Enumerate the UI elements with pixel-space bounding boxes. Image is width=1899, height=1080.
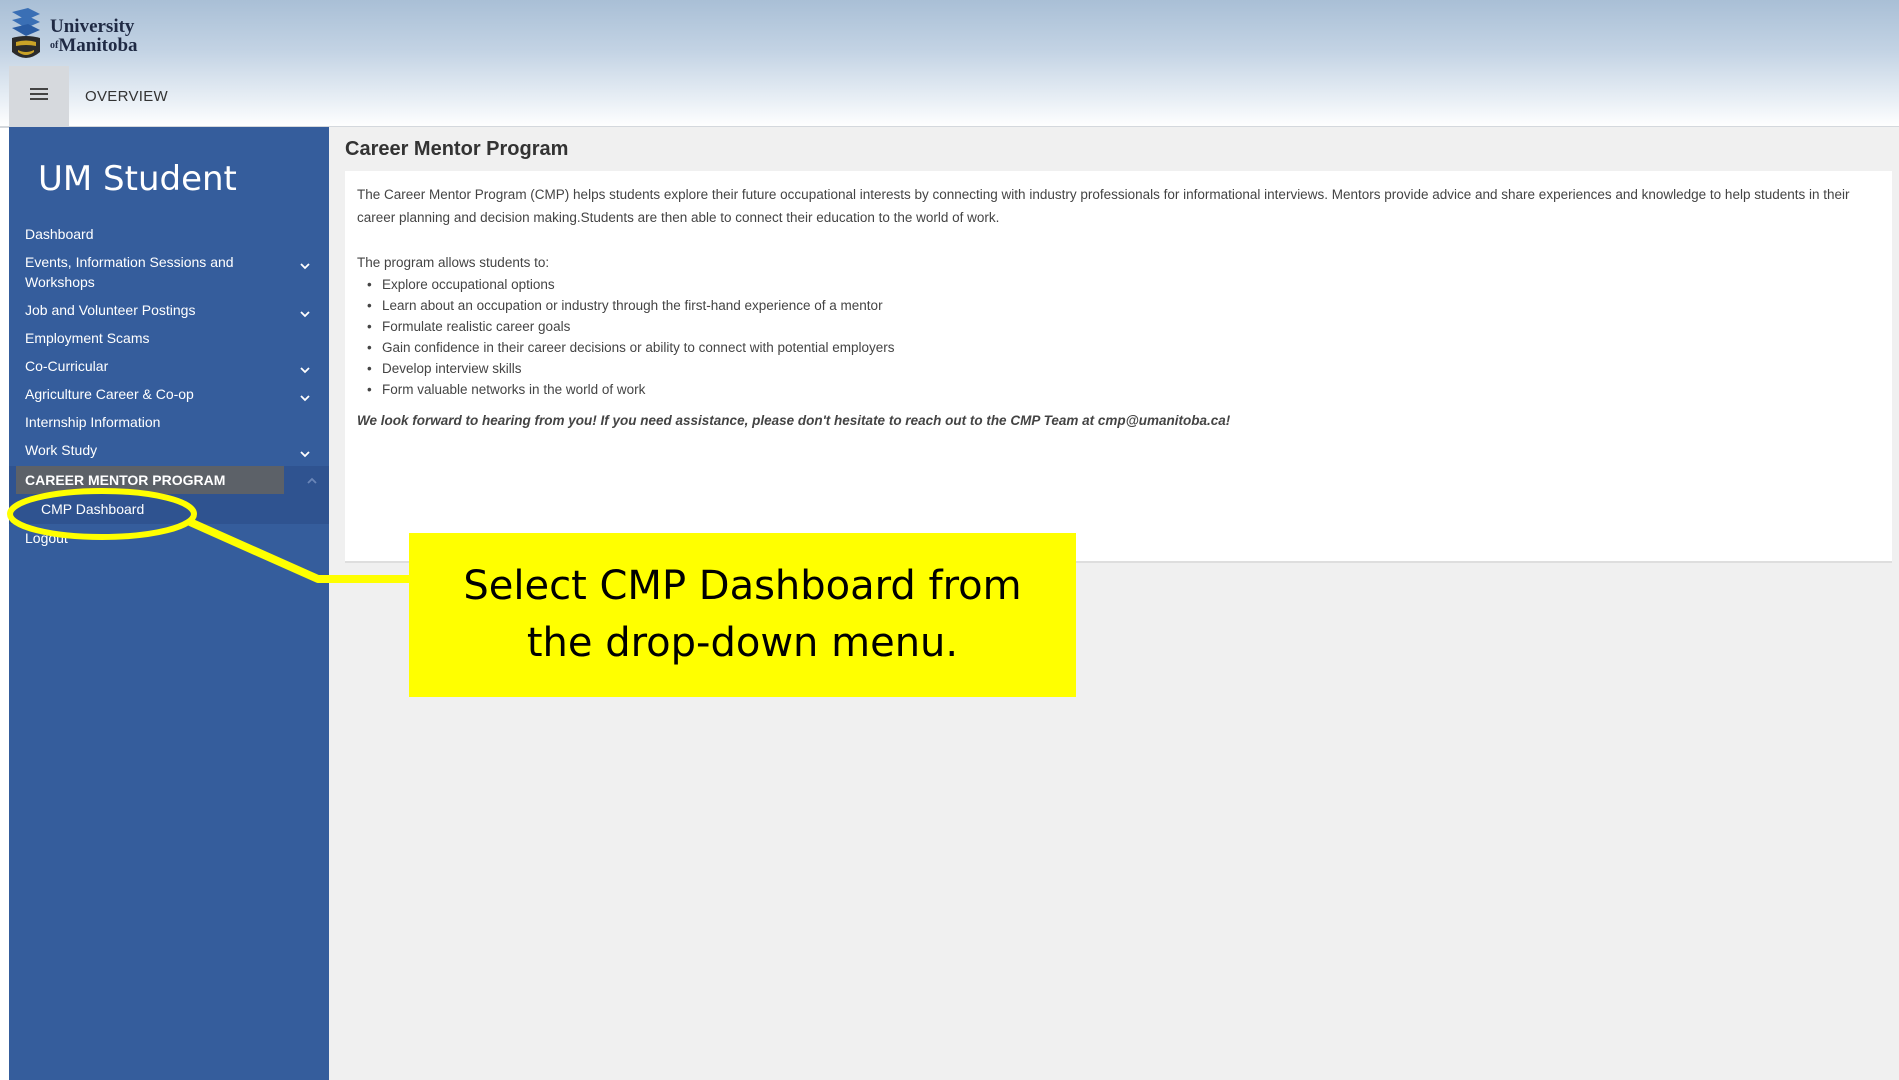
sidebar-item-agriculture[interactable]: Agriculture Career & Co-op: [9, 384, 329, 404]
sidebar-item-logout[interactable]: Logout: [9, 528, 329, 548]
chevron-down-icon[interactable]: [299, 305, 311, 318]
chevron-down-icon[interactable]: [299, 257, 311, 270]
callout-text: Select CMP Dashboard from the drop-down …: [463, 558, 1021, 672]
list-item: Explore occupational options: [357, 274, 1880, 295]
sidebar: UM Student Dashboard Events, Information…: [9, 127, 329, 1080]
breadcrumb[interactable]: OVERVIEW: [85, 88, 168, 105]
intro-paragraph: The Career Mentor Program (CMP) helps st…: [357, 187, 1850, 225]
sidebar-item-work-study[interactable]: Work Study: [9, 440, 329, 460]
page-title: Career Mentor Program: [345, 138, 569, 160]
chevron-down-icon[interactable]: [299, 389, 311, 402]
sidebar-item-events[interactable]: Events, Information Sessions and Worksho…: [9, 252, 329, 292]
sidebar-item-label: CAREER MENTOR PROGRAM: [25, 472, 226, 488]
app-header: University ofManitoba OVERVIEW: [0, 0, 1899, 128]
list-item: Gain confidence in their career decision…: [357, 337, 1880, 358]
list-heading: The program allows students to:: [357, 255, 550, 270]
sidebar-item-dashboard[interactable]: Dashboard: [9, 224, 329, 244]
instruction-callout: Select CMP Dashboard from the drop-down …: [409, 533, 1076, 697]
chevron-down-icon[interactable]: [299, 445, 311, 458]
chevron-down-icon[interactable]: [299, 361, 311, 374]
sidebar-item-career-mentor-program[interactable]: CAREER MENTOR PROGRAM: [16, 466, 317, 494]
university-logo[interactable]: University ofManitoba: [10, 8, 138, 64]
top-bar: OVERVIEW: [9, 66, 1899, 126]
logo-line-1: University: [50, 16, 135, 37]
sidebar-item-label: Events, Information Sessions and Worksho…: [25, 254, 234, 290]
sidebar-item-label: Logout: [25, 530, 68, 546]
closing-note: We look forward to hearing from you! If …: [357, 413, 1231, 428]
list-item: Formulate realistic career goals: [357, 316, 1880, 337]
logo-line-2-text: Manitoba: [58, 35, 138, 56]
callout-line-1: Select CMP Dashboard from: [463, 563, 1022, 609]
sidebar-title: UM Student: [38, 159, 237, 199]
sidebar-item-job-postings[interactable]: Job and Volunteer Postings: [9, 300, 329, 320]
logo-wordmark: University ofManitoba: [50, 17, 138, 55]
sidebar-item-internship[interactable]: Internship Information: [9, 412, 329, 432]
content-card: The Career Mentor Program (CMP) helps st…: [345, 171, 1892, 563]
logo-line-2: ofManitoba: [50, 36, 138, 55]
sidebar-item-label: Employment Scams: [25, 330, 150, 346]
sidebar-item-label: Internship Information: [25, 414, 161, 430]
list-item: Develop interview skills: [357, 358, 1880, 379]
list-item: Form valuable networks in the world of w…: [357, 379, 1880, 400]
sidebar-item-label: Co-Curricular: [25, 358, 109, 374]
sidebar-item-label: Agriculture Career & Co-op: [25, 386, 194, 402]
shield-logo-icon: [10, 8, 42, 64]
sidebar-item-label: Work Study: [25, 442, 98, 458]
sidebar-nav: Dashboard Events, Information Sessions a…: [9, 224, 329, 548]
sidebar-subitem-cmp-dashboard[interactable]: CMP Dashboard: [9, 494, 329, 522]
sidebar-item-employment-scams[interactable]: Employment Scams: [9, 328, 329, 348]
sidebar-item-label: Job and Volunteer Postings: [25, 302, 196, 318]
sidebar-group-career-mentor: CAREER MENTOR PROGRAM CMP Dashboard: [9, 466, 329, 524]
hamburger-icon: [30, 87, 48, 106]
benefits-list: Explore occupational options Learn about…: [357, 274, 1880, 400]
sidebar-item-co-curricular[interactable]: Co-Curricular: [9, 356, 329, 376]
chevron-up-icon[interactable]: [306, 474, 318, 486]
callout-line-2: the drop-down menu.: [526, 620, 959, 666]
sidebar-item-label: Dashboard: [25, 226, 94, 242]
menu-toggle-button[interactable]: [9, 66, 69, 126]
list-item: Learn about an occupation or industry th…: [357, 295, 1880, 316]
